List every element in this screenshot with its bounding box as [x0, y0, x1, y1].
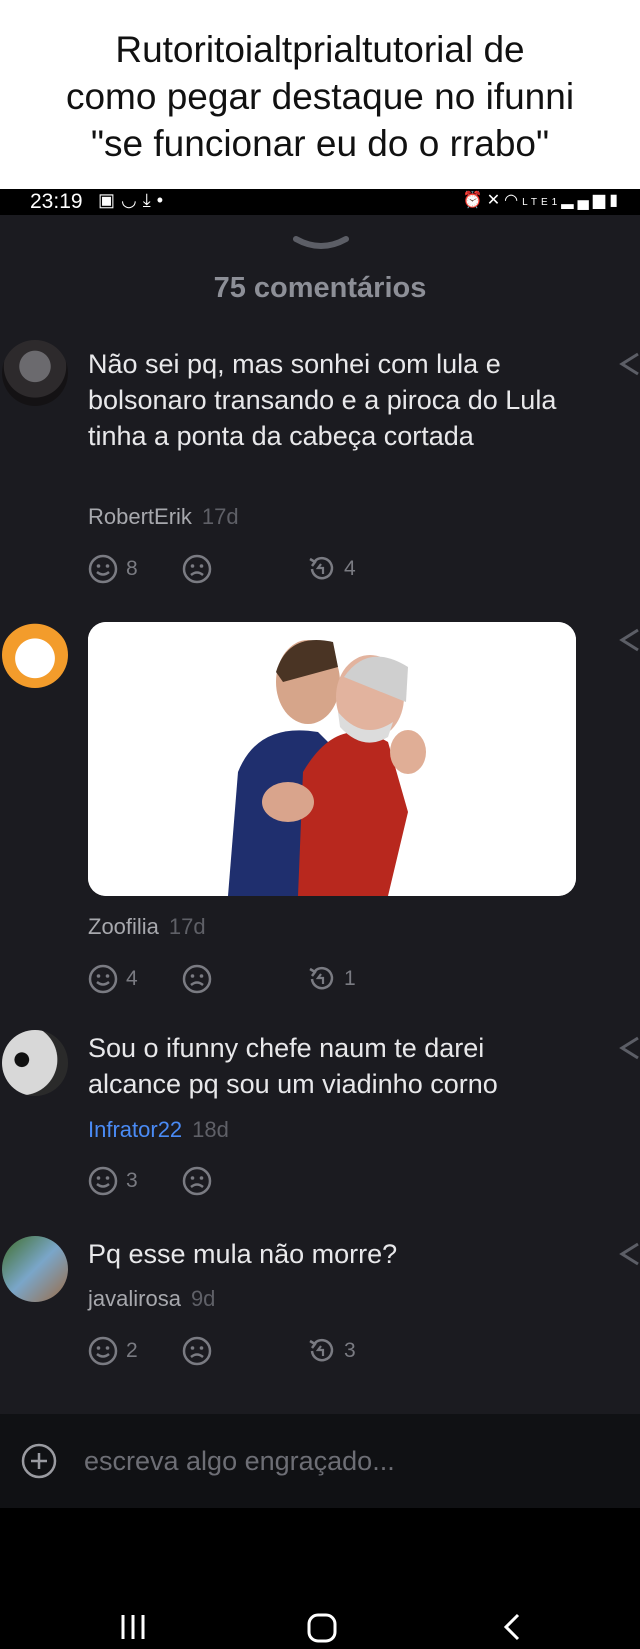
like-button[interactable]: 3 — [88, 1165, 138, 1197]
comment-meta: Infrator22 18d — [88, 1117, 229, 1143]
recent-apps-icon[interactable] — [118, 1612, 148, 1642]
like-button[interactable]: 2 — [88, 1335, 138, 1367]
like-count: 2 — [126, 1339, 138, 1362]
alarm-icon: ⏰ — [462, 192, 487, 209]
smile-icon — [88, 1166, 118, 1196]
like-button[interactable]: 4 — [88, 963, 138, 995]
comments-count: 75 comentários — [213, 272, 427, 304]
back-icon[interactable] — [500, 1612, 524, 1642]
share-icon[interactable] — [618, 1034, 640, 1062]
status-bar: 23:19 ▣◡⤓• ⏰✕◠LTE1▂▄▆▮ — [0, 189, 640, 215]
avatar[interactable] — [2, 340, 68, 406]
like-count: 8 — [126, 557, 138, 580]
comment-username[interactable]: Infrator22 — [88, 1117, 182, 1142]
like-button[interactable]: 8 — [88, 553, 138, 585]
comment-text: Não sei pq, mas sonhei com lula e bolson… — [88, 349, 557, 451]
avatar[interactable] — [2, 1236, 68, 1302]
frown-icon — [182, 1166, 212, 1196]
reply-icon — [309, 1338, 334, 1362]
comment-username[interactable]: javalirosa — [88, 1286, 181, 1311]
meme-caption: Rutoritoialtprialtutorial de como pegar … — [0, 0, 640, 189]
reply-button[interactable]: 4 — [306, 553, 356, 585]
dislike-button[interactable] — [182, 963, 220, 995]
comment-text: Sou o ifunny chefe naum te darei alcance… — [88, 1033, 498, 1099]
wifi-icon: ◠ — [504, 192, 523, 209]
avatar[interactable] — [2, 1030, 68, 1096]
reply-count: 1 — [344, 967, 356, 990]
frown-icon — [182, 554, 212, 584]
comment-age: 9d — [190, 1286, 216, 1311]
frown-icon — [182, 964, 212, 994]
reply-count: 3 — [344, 1339, 356, 1362]
kissing-politicians-image — [88, 622, 576, 896]
comment-input[interactable]: escreva algo engraçado... — [84, 1446, 395, 1477]
reply-button[interactable]: 3 — [306, 1335, 356, 1367]
smile-icon — [88, 1336, 118, 1366]
status-right-icons: ⏰✕◠LTE1▂▄▆▮ — [463, 190, 622, 210]
share-icon[interactable] — [618, 350, 640, 378]
dislike-button[interactable] — [182, 553, 220, 585]
image-icon: ▣ — [98, 190, 122, 210]
like-count: 3 — [126, 1169, 138, 1192]
dislike-button[interactable] — [182, 1165, 220, 1197]
battery-icon: ▮ — [609, 192, 622, 209]
comment-username[interactable]: RobertErik — [88, 504, 192, 529]
comment-age: 18d — [192, 1117, 229, 1142]
comment-text: Pq esse mula não morre? — [88, 1239, 398, 1269]
system-nav-bar — [0, 1508, 640, 1649]
caption-line-1: Rutoritoialtprialtutorial de — [115, 29, 525, 70]
frown-icon — [182, 1336, 212, 1366]
status-left-icons: ▣◡⤓• — [98, 190, 169, 211]
home-icon[interactable] — [306, 1612, 338, 1644]
caption-line-2: como pegar destaque no ifunni — [65, 76, 575, 117]
comment-meta: RobertErik 17d — [88, 504, 239, 530]
comment-meta: javalirosa 9d — [88, 1286, 215, 1312]
avatar[interactable] — [2, 622, 68, 688]
smile-icon: ◡ — [121, 190, 143, 210]
share-icon[interactable] — [618, 1240, 640, 1268]
volte-icon: LTE1 — [522, 197, 562, 208]
add-attachment-icon[interactable] — [20, 1442, 58, 1480]
comment-input-bar: escreva algo engraçado... — [0, 1414, 640, 1508]
comment-actions: 3 — [88, 1165, 388, 1197]
reply-icon — [309, 966, 334, 990]
chevron-down-icon[interactable] — [292, 233, 350, 255]
comment-meta: Zoofilia 17d — [88, 914, 206, 940]
share-icon[interactable] — [618, 626, 640, 654]
caption-line-3: "se funcionar eu do o rrabo" — [90, 123, 550, 164]
smile-icon — [88, 964, 118, 994]
status-time: 23:19 — [30, 190, 83, 213]
download-icon: ⤓ — [142, 190, 157, 210]
comment-image[interactable] — [88, 622, 576, 896]
comment-actions: 4 1 — [88, 963, 388, 995]
dislike-button[interactable] — [182, 1335, 220, 1367]
comment-actions: 8 4 — [88, 553, 388, 585]
comment-age: 17d — [201, 504, 239, 529]
comment-age: 17d — [168, 914, 206, 939]
signal-icon: ▂▄▆ — [561, 192, 610, 209]
reply-button[interactable]: 1 — [306, 963, 356, 995]
comment-username[interactable]: Zoofilia — [88, 914, 159, 939]
mute-icon: ✕ — [486, 192, 505, 209]
reply-count: 4 — [344, 557, 356, 580]
reply-icon — [309, 556, 334, 580]
comment-actions: 2 3 — [88, 1335, 388, 1367]
like-count: 4 — [126, 967, 138, 990]
smile-icon — [88, 554, 118, 584]
dot-icon: • — [156, 190, 170, 210]
